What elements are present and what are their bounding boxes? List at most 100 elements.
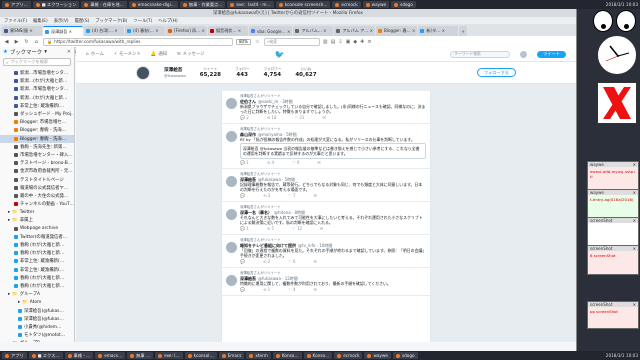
- browser-tab[interactable]: 異SNS(屋 ×: [2, 26, 42, 36]
- browser-tab[interactable]: アルバム… ×: [293, 26, 334, 36]
- browser-tab[interactable]: 深澤誠吾 ×: [43, 26, 83, 36]
- dm-icon[interactable]: ✉: [314, 259, 317, 264]
- bookmark-folder[interactable]: ▸ 📁 Atom: [0, 298, 74, 306]
- browser-tab[interactable]: (4) 春秋(… ×: [125, 26, 165, 36]
- taskbar-task[interactable]: Konso…: [272, 352, 302, 359]
- twitter-nav-item[interactable]: 🔔 通知: [151, 51, 167, 58]
- tweet-button[interactable]: ツイート: [537, 50, 566, 58]
- retweet-icon[interactable]: ⟲ 2: [263, 259, 270, 264]
- sidebar-header[interactable]: ★ ブックマーク ▾ ✕: [0, 47, 74, 57]
- taskbar-task[interactable]: 無事 - 作業要点…: [179, 1, 226, 8]
- bookmark-entry[interactable]: Blogger: 春絢 - 洗海…: [0, 126, 74, 134]
- screenshot-icon[interactable]: ▣: [346, 39, 351, 45]
- taskbar-task[interactable]: Konso…: [303, 352, 333, 359]
- taskbar-task[interactable]: Emacs: [218, 352, 245, 359]
- sidebar-icon[interactable]: ▤: [331, 39, 336, 45]
- hamburger-menu-icon[interactable]: ≡: [367, 39, 371, 45]
- tweet-avatar[interactable]: [226, 131, 237, 142]
- tweet-item[interactable]: 深澤絵吾さんがリツイート 報知をテレビ番組に向けて提供 @tv_info · 10時…: [222, 235, 430, 268]
- download-icon[interactable]: ⇩: [338, 39, 342, 45]
- reply-icon[interactable]: 💬: [240, 287, 245, 292]
- taskbar-task[interactable]: アプリ…: [2, 1, 31, 8]
- bookmark-entry[interactable]: Webpage archive: [0, 225, 74, 233]
- like-icon[interactable]: ♡ 6: [288, 259, 295, 264]
- bookmark-entry[interactable]: ダッシュボード - My Proj…: [0, 110, 74, 118]
- bookmark-entry[interactable]: 小貴秀(@hidem…: [0, 323, 74, 331]
- reload-icon[interactable]: ↻: [23, 38, 30, 45]
- sticky-note[interactable]: screenShot ✕ pp screenShot: [587, 301, 639, 329]
- tweet-avatar[interactable]: [226, 176, 237, 187]
- follow-button[interactable]: フォローする: [476, 68, 516, 77]
- twitter-nav-item[interactable]: ✉ メッセージ: [177, 51, 205, 58]
- sticky-note[interactable]: screenShot ✕ 6 screenShot: [587, 245, 639, 275]
- close-icon[interactable]: ✕: [633, 302, 636, 307]
- like-icon[interactable]: ♡ 9: [292, 160, 299, 165]
- taskbar-task[interactable]: waywe: [362, 1, 390, 8]
- like-icon[interactable]: ♡ 12: [292, 226, 302, 231]
- avatar[interactable]: [520, 50, 528, 58]
- browser-tab[interactable]: Blogger: 春… ×: [376, 26, 418, 36]
- browser-tab[interactable]: 擬音現状… ×: [207, 26, 248, 36]
- tweet-item[interactable]: 深澤絵吾さんがリツイート 深澤絵吾 @fukasawa · 12時間 特徴的に運用に関…: [222, 268, 430, 296]
- bookmark-entry[interactable]: Twitter(の報道発信者…: [0, 233, 74, 241]
- taskbar-task[interactable]: waywe: [364, 352, 391, 359]
- dm-icon[interactable]: ✉: [320, 226, 323, 231]
- pocket-icon[interactable]: ◆: [353, 39, 357, 45]
- bookmark-entry[interactable]: 新潟…(わが)大雅と新…: [0, 94, 74, 102]
- search-box[interactable]: ⌕ 検索: [263, 37, 320, 46]
- retweet-icon[interactable]: ⟲ 1: [263, 287, 270, 292]
- bookmark-entry[interactable]: 非常上住: 蔵漁備新(…: [0, 266, 74, 274]
- taskbar-task[interactable]: exe: l…: [155, 352, 183, 359]
- sticky-note[interactable]: waywe ✕ t-entry-ag(018a/2016): [587, 189, 639, 219]
- taskbar-task[interactable]: emacs…: [95, 352, 126, 359]
- profile-avatar[interactable]: [136, 65, 150, 80]
- close-icon[interactable]: ✕: [67, 49, 71, 55]
- extension-icon[interactable]: ✚: [360, 39, 364, 45]
- bookmark-entry[interactable]: 深澤絵吾(@fukas…: [0, 315, 74, 323]
- reply-icon[interactable]: 💬 1: [240, 160, 249, 165]
- dm-icon[interactable]: ✉: [314, 287, 317, 292]
- home-icon[interactable]: ⌂: [33, 38, 40, 45]
- profile-stat[interactable]: フォロワー 4,754: [263, 67, 281, 78]
- bookmark-entry[interactable]: 春絢 - 洗海先生: 新第…: [0, 143, 74, 151]
- taskbar-task[interactable]: ■ エクス…: [28, 352, 63, 359]
- profile-stat[interactable]: ツイート 65,228: [200, 67, 221, 78]
- taskbar-task[interactable]: ecmock: [332, 1, 361, 8]
- bookmark-folder[interactable]: ▸ 📁 グループA: [0, 290, 74, 298]
- bookmark-star-icon[interactable]: ☆: [254, 38, 261, 45]
- taskbar-task[interactable]: ■ エクワーション: [32, 1, 80, 8]
- tweet-item[interactable]: 深澤絵吾さんがリツイート 深澤絵吾 @fukasawa · 5時間 記録理事総数を報告…: [222, 169, 430, 202]
- dm-icon[interactable]: ✉: [317, 160, 320, 165]
- bookmark-entry[interactable]: テストページ - brono-B…: [0, 159, 74, 167]
- new-tab-button[interactable]: +: [459, 26, 468, 36]
- close-icon[interactable]: ✕: [633, 162, 636, 167]
- zoom-indicator[interactable]: 80%: [236, 38, 251, 45]
- like-icon[interactable]: ♡ 4: [288, 287, 295, 292]
- tweet-item[interactable]: 深澤絵吾さんがリツイート 森山深作 @moriyama · 5時間 RT by 「私が…: [222, 124, 430, 169]
- browser-tab[interactable]: [Firefox] 再… ×: [166, 26, 207, 36]
- twitter-bird-icon[interactable]: 🐦: [275, 50, 285, 59]
- bookmark-entry[interactable]: 春絢 (わが)大雅と新…: [0, 241, 74, 249]
- bookmark-entry[interactable]: 新潟…市場急増センタ…: [0, 85, 74, 93]
- like-icon[interactable]: ♡ 7: [288, 193, 295, 198]
- taskbar-task[interactable]: アプリ: [2, 352, 27, 359]
- retweet-icon[interactable]: ⟲ 18: [267, 115, 277, 120]
- like-icon[interactable]: ♡ 31: [295, 115, 305, 120]
- tweet-avatar[interactable]: [226, 209, 237, 220]
- bookmark-entry[interactable]: 蔵の中 - 大住の公式発…: [0, 192, 74, 200]
- tweet-avatar[interactable]: [226, 98, 237, 109]
- bookmark-entry[interactable]: 非常上住: 蔵漁備新(…: [0, 102, 74, 110]
- menu-item[interactable]: 編集(E): [33, 18, 48, 24]
- reply-icon[interactable]: 💬 2: [240, 115, 249, 120]
- profile-stat[interactable]: フォロー 443: [235, 67, 249, 78]
- bookmark-entry[interactable]: 金沢市政府会裁判所 - 元…: [0, 167, 74, 175]
- bookmark-folder[interactable]: ▸📁グループB: [0, 339, 74, 342]
- twitter-search-input[interactable]: キーワード検索: [450, 50, 511, 58]
- back-icon[interactable]: ◀: [3, 38, 10, 45]
- taskbar-task[interactable]: xterm: [246, 352, 271, 359]
- dm-icon[interactable]: ✉: [322, 115, 325, 120]
- taskbar-task[interactable]: emacsnake-digi…: [128, 1, 178, 8]
- bookmark-entry[interactable]: テストタイトルページ: [0, 175, 74, 183]
- bookmark-entry[interactable]: 春絢 (わが)大雅と新…: [0, 274, 74, 282]
- bookmark-folder[interactable]: ▸ 📁 非属上: [0, 216, 74, 224]
